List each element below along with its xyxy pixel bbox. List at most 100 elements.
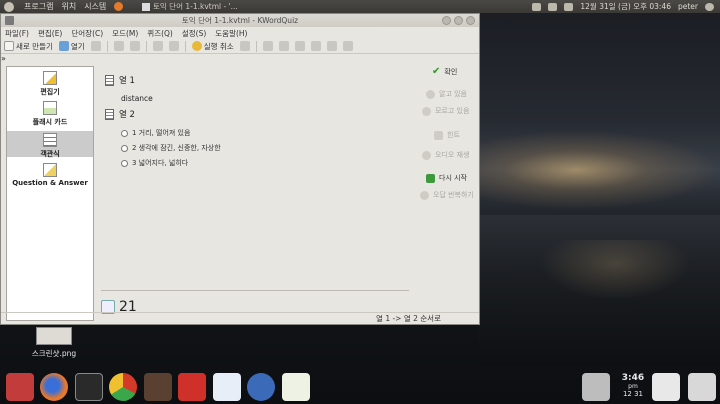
open-folder-icon	[58, 41, 69, 51]
audio-button-label: 오디오 재생	[435, 151, 470, 159]
check-button[interactable]: ✔ 확인	[432, 66, 496, 77]
restart-button[interactable]: 다시 시작	[426, 173, 490, 183]
document-writer-icon[interactable]	[213, 373, 241, 401]
sidebar-item-multiple-choice[interactable]: 객관식	[7, 131, 93, 158]
desktop-file-label: 스크린샷.png	[31, 349, 77, 358]
new-button[interactable]: 새로 만들기	[4, 40, 53, 53]
question-answer-icon	[43, 163, 57, 177]
radio-button[interactable]	[121, 159, 128, 167]
speaker-icon[interactable]	[144, 373, 172, 401]
taskbar-window-button[interactable]: 토익 단어 1-1.kvtml - '...	[142, 1, 242, 12]
network-icon[interactable]	[548, 2, 558, 11]
menu-system[interactable]: 시스템	[84, 1, 106, 12]
wallpaper-sky	[480, 130, 720, 210]
menu-help[interactable]: 도움말(H)	[215, 28, 247, 39]
taskbar-window-title: 토익 단어 1-1.kvtml - '...	[153, 2, 238, 11]
sidebar-item-label: 편집기	[40, 88, 60, 96]
save-button[interactable]	[90, 40, 101, 53]
menu-quiz[interactable]: 퀴즈(Q)	[147, 28, 173, 39]
lifesaver-icon[interactable]	[178, 373, 206, 401]
insert-icon	[326, 41, 337, 51]
menu-file[interactable]: 파일(F)	[5, 28, 29, 39]
trash-icon[interactable]	[582, 373, 610, 401]
window-title: 토익 단어 1-1.kvtml - KWordQuiz	[181, 16, 299, 25]
undo-button[interactable]: 실행 취소	[191, 40, 234, 53]
toolbar-separator	[184, 40, 186, 52]
firefox-icon[interactable]	[40, 373, 68, 401]
print-preview-button[interactable]	[129, 40, 140, 53]
volume-icon[interactable]	[564, 2, 574, 11]
terminal-icon[interactable]	[75, 373, 103, 401]
choice-label: 1 거리, 떨어져 있음	[132, 129, 191, 137]
ubuntu-logo-icon[interactable]	[4, 1, 14, 12]
image-thumbnail-icon	[36, 327, 72, 345]
minimize-button[interactable]	[442, 16, 451, 25]
audio-play-button[interactable]: 오디오 재생	[422, 150, 486, 160]
user-name[interactable]: peter	[678, 2, 698, 11]
window-titlebar[interactable]: 토익 단어 1-1.kvtml - KWordQuiz	[1, 14, 479, 27]
spreadsheet-icon[interactable]	[247, 373, 275, 401]
anchor-launcher-icon[interactable]	[6, 373, 34, 401]
choice-option-1[interactable]: 1 거리, 떨어져 있음	[121, 128, 190, 138]
menu-mode[interactable]: 모드(M)	[112, 28, 138, 39]
radio-button[interactable]	[121, 144, 128, 152]
restart-button-label: 다시 시작	[439, 174, 467, 182]
hint-icon	[434, 130, 443, 140]
clock-date: 12 31	[622, 390, 644, 398]
repeat-errors-button[interactable]: 오답 반복하기	[420, 190, 484, 200]
menubar: 파일(F) 편집(E) 단어장(C) 모드(M) 퀴즈(Q) 설정(S) 도움말…	[1, 27, 479, 39]
copy-button[interactable]	[168, 40, 179, 53]
choice-option-2[interactable]: 2 생각에 잠긴, 신중한, 자상한	[121, 143, 221, 153]
mail-icon[interactable]	[532, 2, 542, 11]
desktop-file-screenshot[interactable]: 스크린샷.png	[30, 327, 78, 359]
divider	[101, 290, 409, 291]
menu-edit[interactable]: 편집(E)	[38, 28, 62, 39]
toolbar-separator	[145, 40, 147, 52]
open-button-label: 열기	[70, 41, 85, 51]
redo-button[interactable]	[239, 40, 250, 53]
print-icon	[113, 41, 124, 51]
sort-button[interactable]	[294, 40, 305, 53]
delete-button[interactable]	[342, 40, 353, 53]
firefox-launcher-icon[interactable]	[114, 2, 124, 11]
kwordquiz-launcher-icon[interactable]	[282, 373, 310, 401]
power-icon[interactable]	[705, 2, 714, 11]
open-button[interactable]: 열기	[58, 40, 85, 53]
quiz-area: 열 1 distance 열 2 1 거리, 떨어져 있음 2 생각에 잠긴, …	[101, 66, 409, 321]
maximize-button[interactable]	[454, 16, 463, 25]
toolbar-overflow-button[interactable]: »	[1, 54, 6, 63]
tool-launcher-icon[interactable]	[688, 373, 716, 401]
window-menu-icon[interactable]	[5, 16, 14, 25]
menu-places[interactable]: 위치	[61, 1, 76, 12]
menu-vocabulary[interactable]: 단어장(C)	[71, 28, 103, 39]
sidebar-item-editor[interactable]: 편집기	[7, 71, 93, 97]
dont-know-button[interactable]: 모르고 있음	[422, 106, 486, 116]
sidebar-item-question-answer[interactable]: Question & Answer	[7, 163, 93, 189]
hint-button[interactable]: 힌트	[434, 130, 498, 140]
save-icon	[90, 41, 101, 51]
sidebar-item-flashcard[interactable]: 플래시 카드	[7, 101, 93, 127]
find-button[interactable]	[262, 40, 273, 53]
system-tray: 12월 31일 (금) 오후 03:46 peter	[532, 0, 714, 13]
chrome-icon[interactable]	[109, 373, 137, 401]
choice-option-3[interactable]: 3 넓어지다, 넓히다	[121, 158, 188, 168]
flip-button[interactable]	[278, 40, 289, 53]
mail-launcher-icon[interactable]	[652, 373, 680, 401]
repeat-errors-icon	[420, 190, 429, 200]
know-button[interactable]: 알고 있음	[426, 89, 490, 99]
flashcard-icon	[43, 101, 57, 115]
close-button[interactable]	[466, 16, 475, 25]
flip-icon	[278, 41, 289, 51]
menu-applications[interactable]: 프로그램	[24, 1, 53, 12]
menu-settings[interactable]: 설정(S)	[182, 28, 206, 39]
panel-clock[interactable]: 12월 31일 (금) 오후 03:46	[580, 1, 671, 12]
cut-button[interactable]	[152, 40, 163, 53]
shuffle-button[interactable]	[310, 40, 321, 53]
multiple-choice-icon	[43, 133, 57, 147]
sidebar-item-label: Question & Answer	[12, 179, 88, 187]
radio-button[interactable]	[121, 129, 128, 137]
print-button[interactable]	[113, 40, 124, 53]
cut-icon	[152, 41, 163, 51]
insert-button[interactable]	[326, 40, 337, 53]
print-preview-icon	[129, 41, 140, 51]
